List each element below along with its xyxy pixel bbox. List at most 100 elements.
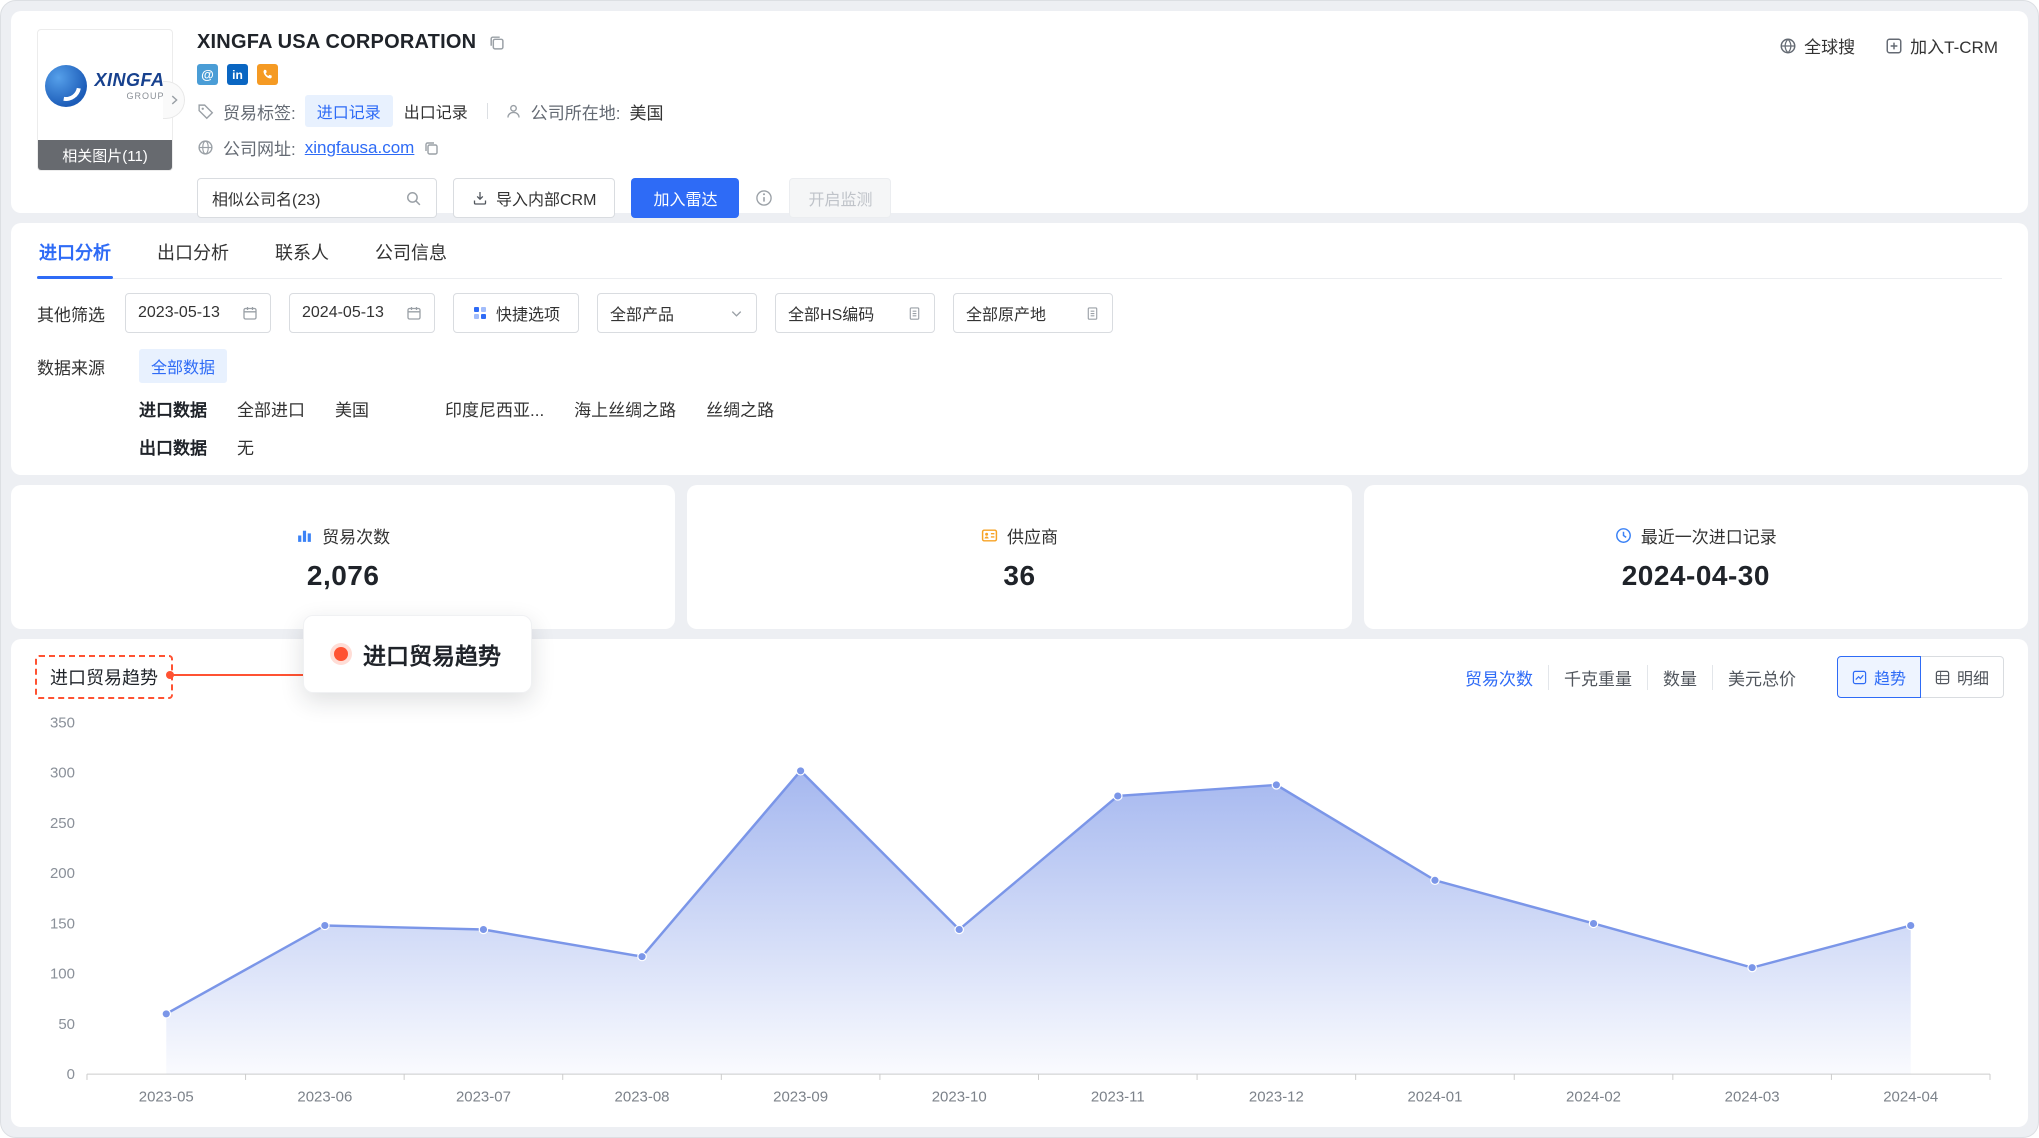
similar-companies-label: 相似公司名(23) bbox=[212, 186, 320, 210]
globe-search-icon bbox=[1779, 37, 1797, 55]
copy-icon[interactable] bbox=[423, 140, 439, 156]
tab-company-info[interactable]: 公司信息 bbox=[373, 223, 449, 278]
stat-card-suppliers: 供应商 36 bbox=[687, 485, 1351, 629]
all-data-chip[interactable]: 全部数据 bbox=[139, 349, 227, 383]
phone-icon[interactable] bbox=[257, 64, 278, 85]
tab-import-analysis[interactable]: 进口分析 bbox=[37, 223, 113, 278]
document-icon bbox=[907, 306, 922, 321]
header-top-links: 全球搜 加入T-CRM bbox=[1779, 33, 1998, 58]
company-header-card: XINGFA GROUP 相关图片(11) XINGFA USA CORPORA… bbox=[11, 11, 2028, 213]
metric-switcher: 贸易次数 千克重量 数量 美元总价 bbox=[1465, 665, 1811, 690]
global-search-link[interactable]: 全球搜 bbox=[1779, 33, 1855, 58]
annotation-connector-line bbox=[171, 674, 321, 676]
svg-text:0: 0 bbox=[67, 1067, 75, 1083]
hs-code-select-value: 全部HS编码 bbox=[788, 301, 874, 325]
logo-text: XINGFA bbox=[94, 71, 164, 89]
linkedin-icon[interactable]: in bbox=[227, 64, 248, 85]
global-search-label: 全球搜 bbox=[1804, 33, 1855, 58]
stat-head: 贸易次数 bbox=[296, 523, 390, 548]
tab-export-analysis[interactable]: 出口分析 bbox=[155, 223, 231, 278]
clock-icon bbox=[1615, 527, 1632, 544]
svg-text:100: 100 bbox=[50, 967, 75, 983]
document-icon bbox=[1085, 306, 1100, 321]
product-select[interactable]: 全部产品 bbox=[597, 293, 757, 333]
website-row: 公司网址: xingfausa.com bbox=[197, 135, 891, 160]
info-icon[interactable] bbox=[755, 189, 773, 207]
header-actions-row: 相似公司名(23) 导入内部CRM 加入雷达 开启监测 bbox=[197, 178, 891, 218]
view-toggle-group: 趋势 明细 bbox=[1837, 656, 2004, 698]
stat-value: 2,076 bbox=[307, 560, 380, 592]
tab-contacts[interactable]: 联系人 bbox=[273, 223, 331, 278]
website-link[interactable]: xingfausa.com bbox=[305, 138, 415, 158]
toggle-detail-view[interactable]: 明细 bbox=[1921, 656, 2004, 698]
chevron-right-icon[interactable] bbox=[163, 81, 185, 119]
join-tcrm-label: 加入T-CRM bbox=[1910, 33, 1998, 58]
metric-trade-count[interactable]: 贸易次数 bbox=[1465, 665, 1548, 690]
company-name: XINGFA USA CORPORATION bbox=[197, 31, 476, 54]
metric-kg-weight[interactable]: 千克重量 bbox=[1548, 665, 1647, 690]
stat-head: 最近一次进口记录 bbox=[1615, 523, 1777, 548]
analysis-card: 进口分析 出口分析 联系人 公司信息 其他筛选 2023-05-13 2024-… bbox=[11, 223, 2028, 475]
social-links-row: @ in bbox=[197, 64, 891, 85]
svg-text:250: 250 bbox=[50, 816, 75, 832]
stat-card-last-import: 最近一次进口记录 2024-04-30 bbox=[1364, 485, 2028, 629]
svg-text:150: 150 bbox=[50, 917, 75, 933]
tag-export-records[interactable]: 出口记录 bbox=[402, 95, 470, 127]
calendar-icon bbox=[406, 305, 422, 321]
toggle-trend-view[interactable]: 趋势 bbox=[1837, 656, 1921, 698]
svg-text:300: 300 bbox=[50, 766, 75, 782]
date-end-input[interactable]: 2024-05-13 bbox=[289, 293, 435, 333]
person-icon bbox=[505, 103, 522, 120]
date-start-value: 2023-05-13 bbox=[138, 304, 220, 322]
import-data-option[interactable]: 丝绸之路 bbox=[706, 396, 774, 421]
quick-options-button[interactable]: 快捷选项 bbox=[453, 293, 579, 333]
supplier-card-icon bbox=[981, 527, 998, 544]
metric-quantity[interactable]: 数量 bbox=[1647, 665, 1712, 690]
svg-text:2023-10: 2023-10 bbox=[932, 1090, 987, 1106]
join-tcrm-link[interactable]: 加入T-CRM bbox=[1885, 33, 1998, 58]
toggle-trend-label: 趋势 bbox=[1874, 665, 1906, 689]
export-data-label: 出口数据 bbox=[139, 434, 207, 459]
trend-chart-icon bbox=[1852, 670, 1867, 685]
logo-globe-icon bbox=[45, 65, 87, 107]
origin-select[interactable]: 全部原产地 bbox=[953, 293, 1113, 333]
company-info-block: XINGFA USA CORPORATION @ in 贸易标签: 进口记录 出… bbox=[197, 29, 891, 195]
import-crm-button[interactable]: 导入内部CRM bbox=[453, 178, 615, 218]
tag-import-records[interactable]: 进口记录 bbox=[305, 95, 393, 127]
copy-icon[interactable] bbox=[488, 34, 505, 51]
quick-options-label: 快捷选项 bbox=[496, 301, 560, 325]
annotation-callout-text: 进口贸易趋势 bbox=[363, 637, 501, 671]
add-radar-button[interactable]: 加入雷达 bbox=[631, 178, 739, 218]
trend-chart[interactable]: 0501001502002503003502023-052023-062023-… bbox=[35, 709, 2004, 1119]
metric-usd-total[interactable]: 美元总价 bbox=[1712, 665, 1811, 690]
company-logo-image[interactable]: XINGFA GROUP 相关图片(11) bbox=[37, 29, 173, 171]
import-crm-label: 导入内部CRM bbox=[496, 186, 596, 210]
stat-label: 贸易次数 bbox=[322, 523, 390, 548]
email-icon[interactable]: @ bbox=[197, 64, 218, 85]
import-data-option[interactable]: 全部进口 bbox=[237, 396, 305, 421]
import-data-option[interactable]: 海上丝绸之路 bbox=[574, 396, 676, 421]
svg-text:2023-09: 2023-09 bbox=[773, 1090, 828, 1106]
tcrm-icon bbox=[1885, 37, 1903, 55]
company-logo: XINGFA GROUP 相关图片(11) bbox=[37, 29, 173, 195]
trend-chart-area[interactable]: 0501001502002503003502023-052023-062023-… bbox=[35, 709, 2004, 1119]
trade-tags-row: 贸易标签: 进口记录 出口记录 公司所在地: 美国 bbox=[197, 95, 891, 127]
related-images-label[interactable]: 相关图片(11) bbox=[38, 140, 172, 170]
date-start-input[interactable]: 2023-05-13 bbox=[125, 293, 271, 333]
similar-companies-button[interactable]: 相似公司名(23) bbox=[197, 178, 437, 218]
hs-code-select[interactable]: 全部HS编码 bbox=[775, 293, 935, 333]
annotation-callout: 进口贸易趋势 bbox=[303, 615, 532, 693]
website-label: 公司网址: bbox=[223, 135, 296, 160]
tab-bar: 进口分析 出口分析 联系人 公司信息 bbox=[37, 223, 2002, 279]
import-data-option[interactable]: 印度尼西亚... bbox=[445, 396, 544, 421]
export-data-value: 无 bbox=[237, 434, 254, 459]
date-end-value: 2024-05-13 bbox=[302, 304, 384, 322]
product-select-value: 全部产品 bbox=[610, 301, 674, 325]
import-data-option[interactable]: 美国 bbox=[335, 396, 369, 421]
table-grid-icon bbox=[1935, 670, 1950, 685]
stats-row: 贸易次数 2,076 供应商 36 最近一次进口记录 2024-04-30 bbox=[11, 485, 2028, 629]
start-monitor-button[interactable]: 开启监测 bbox=[789, 178, 891, 218]
bar-chart-icon bbox=[296, 527, 313, 544]
search-similar-icon bbox=[405, 190, 422, 207]
company-name-row: XINGFA USA CORPORATION bbox=[197, 31, 891, 54]
